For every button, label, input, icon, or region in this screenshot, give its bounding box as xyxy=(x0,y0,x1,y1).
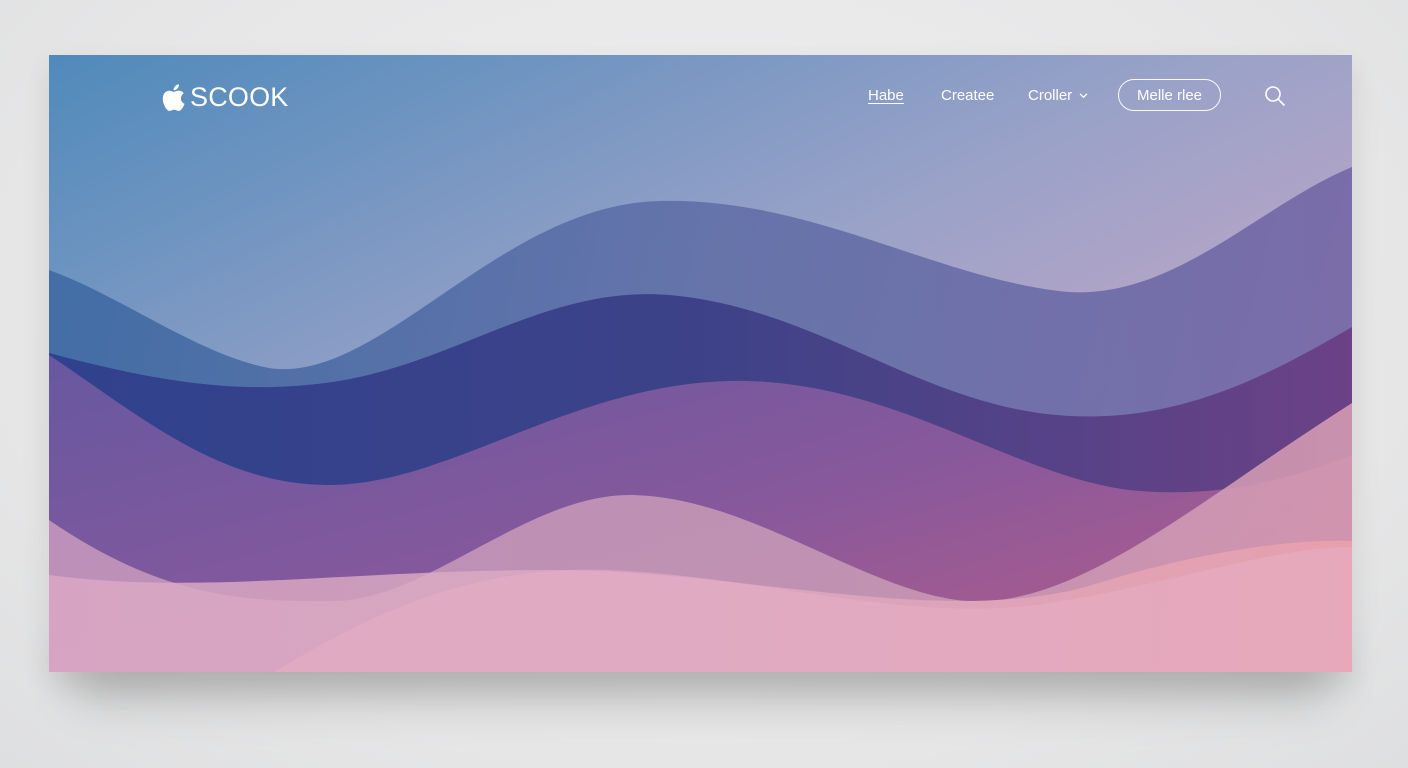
wave-background xyxy=(49,55,1352,672)
nav-item-croller-label: Croller xyxy=(1028,87,1073,104)
top-navigation: SCOOK Habe Createe Croller Melle rlee xyxy=(49,55,1352,139)
chevron-down-icon xyxy=(1079,91,1088,100)
hero-banner: SCOOK Habe Createe Croller Melle rlee xyxy=(49,55,1352,672)
brand-name: SCOOK xyxy=(190,81,289,112)
search-icon[interactable] xyxy=(1263,84,1287,108)
brand-logo[interactable]: SCOOK xyxy=(159,80,289,114)
apple-icon xyxy=(159,82,190,113)
nav-item-croller[interactable]: Croller xyxy=(1028,87,1088,104)
nav-item-create[interactable]: Createe xyxy=(941,87,994,104)
cta-button[interactable]: Melle rlee xyxy=(1118,79,1221,111)
nav-item-home[interactable]: Habe xyxy=(868,87,904,104)
